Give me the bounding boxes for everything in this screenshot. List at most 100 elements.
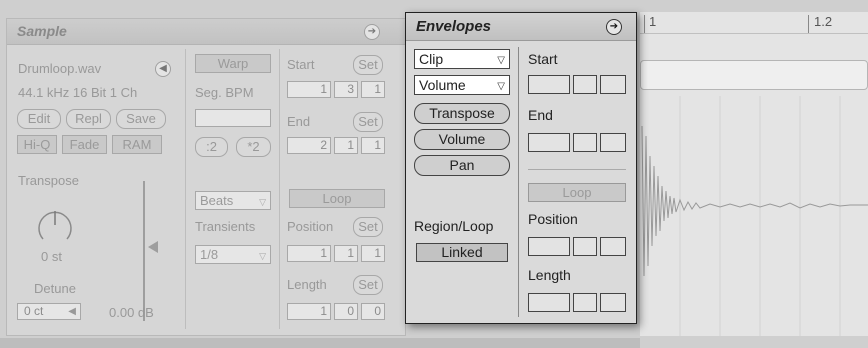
detune-field[interactable]: 0 ct ◀ (17, 303, 81, 320)
env-start-beat-field[interactable] (573, 75, 597, 94)
save-button[interactable]: Save (116, 109, 166, 129)
length-beat-field[interactable]: 0 (334, 303, 358, 320)
env-length-bar-field[interactable] (528, 293, 570, 312)
env-length-beat-field[interactable] (573, 293, 597, 312)
control-chooser[interactable]: Volume ▽ (414, 75, 510, 95)
env-start-bar-field[interactable] (528, 75, 570, 94)
env-end-bar-field[interactable] (528, 133, 570, 152)
waveform-editor[interactable]: 1 1.2 (640, 12, 868, 336)
transpose-label: Transpose (18, 173, 79, 188)
transients-select[interactable]: 1/8 ▽ (195, 245, 271, 264)
device-chooser[interactable]: Clip ▽ (414, 49, 510, 69)
dropdown-arrow-icon: ▽ (259, 197, 266, 207)
end-set-button[interactable]: Set (353, 112, 383, 132)
collapse-arrow-icon[interactable]: ➔ (606, 19, 622, 35)
preview-speaker-icon[interactable]: ◀ (155, 61, 171, 77)
position-set-button[interactable]: Set (353, 217, 383, 237)
waveform-display[interactable] (640, 96, 868, 336)
position-beat-field[interactable]: 1 (334, 245, 358, 262)
envelopes-panel: Envelopes ➔ Clip ▽ Volume ▽ Transpose Volu… (405, 12, 637, 324)
warp-mode-value: Beats (200, 193, 234, 208)
dropdown-arrow-icon: ▽ (497, 81, 505, 92)
divider (279, 49, 280, 329)
env-position-sixteenth-field[interactable] (600, 237, 626, 256)
start-bar-field[interactable]: 1 (287, 81, 331, 98)
position-label: Position (287, 219, 334, 234)
dropdown-arrow-icon: ▽ (259, 251, 266, 261)
edit-button[interactable]: Edit (17, 109, 61, 129)
sample-format: 44.1 kHz 16 Bit 1 Ch (18, 85, 138, 100)
gain-value: 0.00 dB (109, 305, 154, 320)
end-label: End (287, 114, 311, 129)
start-beat-field[interactable]: 3 (334, 81, 358, 98)
detune-arrow-icon: ◀ (68, 306, 76, 317)
env-length-sixteenth-field[interactable] (600, 293, 626, 312)
linked-button[interactable]: Linked (416, 243, 508, 262)
env-end-beat-field[interactable] (573, 133, 597, 152)
pan-envelope-button[interactable]: Pan (414, 155, 510, 176)
replace-button[interactable]: Repl (66, 109, 111, 129)
sample-header: Sample ➔ (7, 19, 405, 45)
ram-button[interactable]: RAM (112, 135, 162, 154)
position-bar-field[interactable]: 1 (287, 245, 331, 262)
env-end-sixteenth-field[interactable] (600, 133, 626, 152)
half-tempo-button[interactable]: :2 (195, 137, 228, 157)
env-position-bar-field[interactable] (528, 237, 570, 256)
transpose-knob[interactable] (35, 207, 75, 247)
ruler-mark-1-2: 1.2 (814, 14, 833, 29)
env-loop-button[interactable]: Loop (528, 183, 626, 202)
bottom-bar (0, 338, 640, 348)
expand-arrow-icon[interactable]: ➔ (364, 24, 380, 40)
transients-value: 1/8 (200, 247, 219, 262)
env-start-label: Start (528, 51, 558, 67)
double-tempo-button[interactable]: *2 (236, 137, 271, 157)
device-chooser-value: Clip (419, 51, 444, 67)
region-loop-label: Region/Loop (414, 218, 494, 234)
end-beat-field[interactable]: 1 (334, 137, 358, 154)
dropdown-arrow-icon: ▽ (497, 55, 505, 66)
ruler-tick (808, 15, 809, 33)
start-label: Start (287, 57, 315, 72)
volume-envelope-button[interactable]: Volume (414, 129, 510, 150)
detune-label: Detune (34, 281, 76, 296)
gain-slider-handle-icon[interactable] (148, 241, 158, 253)
envelopes-title: Envelopes (416, 18, 492, 35)
warp-button[interactable]: Warp (195, 54, 271, 73)
clip-view: Sample ➔ Drumloop.wav ◀ 44.1 kHz 16 Bit … (0, 0, 868, 348)
fade-button[interactable]: Fade (62, 135, 107, 154)
top-bar (0, 0, 868, 12)
loop-brace[interactable] (640, 60, 868, 90)
env-start-sixteenth-field[interactable] (600, 75, 626, 94)
ruler-tick (644, 15, 645, 33)
sample-title: Sample (17, 23, 67, 39)
loop-button[interactable]: Loop (289, 189, 385, 208)
env-length-label: Length (528, 267, 571, 283)
length-sixteenth-field[interactable]: 0 (361, 303, 385, 320)
env-end-label: End (528, 107, 553, 123)
end-sixteenth-field[interactable]: 1 (361, 137, 385, 154)
env-position-label: Position (528, 211, 578, 227)
end-bar-field[interactable]: 2 (287, 137, 331, 154)
warp-mode-select[interactable]: Beats ▽ (195, 191, 271, 210)
position-sixteenth-field[interactable]: 1 (361, 245, 385, 262)
envelopes-header: Envelopes ➔ (406, 13, 636, 41)
divider (185, 49, 186, 329)
hiq-button[interactable]: Hi-Q (17, 135, 57, 154)
divider (518, 47, 519, 317)
length-bar-field[interactable]: 1 (287, 303, 331, 320)
start-sixteenth-field[interactable]: 1 (361, 81, 385, 98)
gain-slider-track[interactable] (143, 181, 145, 321)
seg-bpm-field[interactable] (195, 109, 271, 127)
length-set-button[interactable]: Set (353, 275, 383, 295)
start-set-button[interactable]: Set (353, 55, 383, 75)
sample-panel: Sample ➔ Drumloop.wav ◀ 44.1 kHz 16 Bit … (6, 18, 406, 336)
env-position-beat-field[interactable] (573, 237, 597, 256)
transpose-envelope-button[interactable]: Transpose (414, 103, 510, 124)
transients-label: Transients (195, 219, 256, 234)
seg-bpm-label: Seg. BPM (195, 85, 254, 100)
transpose-value: 0 st (41, 249, 62, 264)
ruler[interactable]: 1 1.2 (640, 12, 868, 34)
control-chooser-value: Volume (419, 77, 466, 93)
length-label: Length (287, 277, 327, 292)
detune-value: 0 ct (24, 304, 44, 318)
